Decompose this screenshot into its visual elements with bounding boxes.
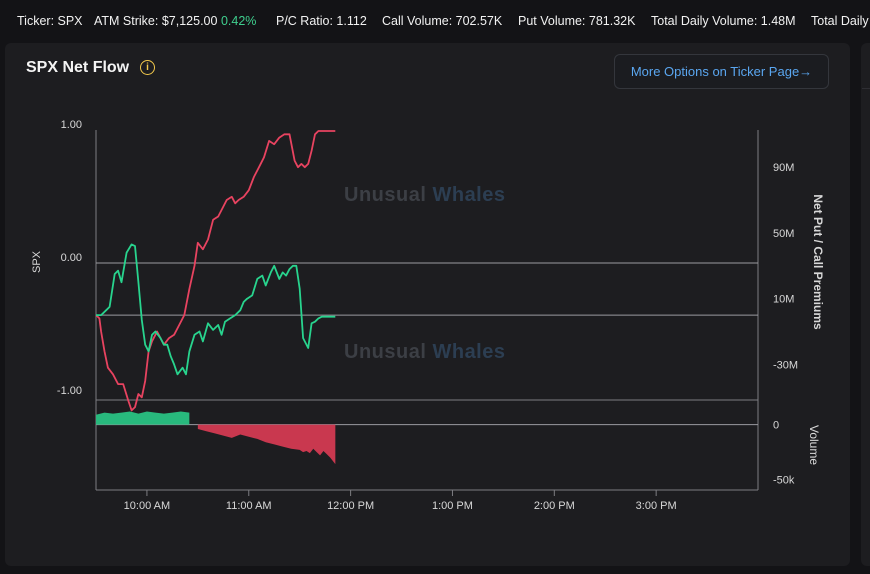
right-tick-label: 10M	[773, 294, 794, 306]
net-flow-chart: 1.00 0.00 -1.00 SPX 90M 50M 10M -30M Net Put / C…	[31, 119, 825, 512]
left-tick-label: 1.00	[61, 119, 82, 131]
x-tick-label: 2:00 PM	[534, 500, 575, 512]
right-tick-label: 50M	[773, 228, 794, 240]
x-tick-label: 11:00 AM	[226, 500, 272, 512]
call-premium-line	[96, 243, 336, 376]
left-tick-label: 0.00	[61, 252, 82, 264]
left-axis-label: SPX	[31, 250, 43, 273]
x-tick-label: 1:00 PM	[432, 500, 473, 512]
left-tick-label: -1.00	[57, 385, 82, 397]
right-axis-label: Net Put / Call Premiums	[811, 194, 825, 330]
right-tick-label: -30M	[773, 359, 798, 371]
volume-positive-area	[96, 411, 190, 425]
x-tick-label: 3:00 PM	[636, 500, 677, 512]
x-tick-label: 10:00 AM	[124, 500, 170, 512]
volume-tick-label: -50k	[773, 475, 795, 487]
volume-negative-area	[197, 424, 336, 465]
right-tick-label: 90M	[773, 162, 794, 174]
x-tick-label: 12:00 PM	[327, 500, 374, 512]
volume-tick-label: 0	[773, 420, 779, 432]
volume-axis-label: Volume	[807, 425, 821, 465]
put-premium-line	[95, 130, 336, 412]
